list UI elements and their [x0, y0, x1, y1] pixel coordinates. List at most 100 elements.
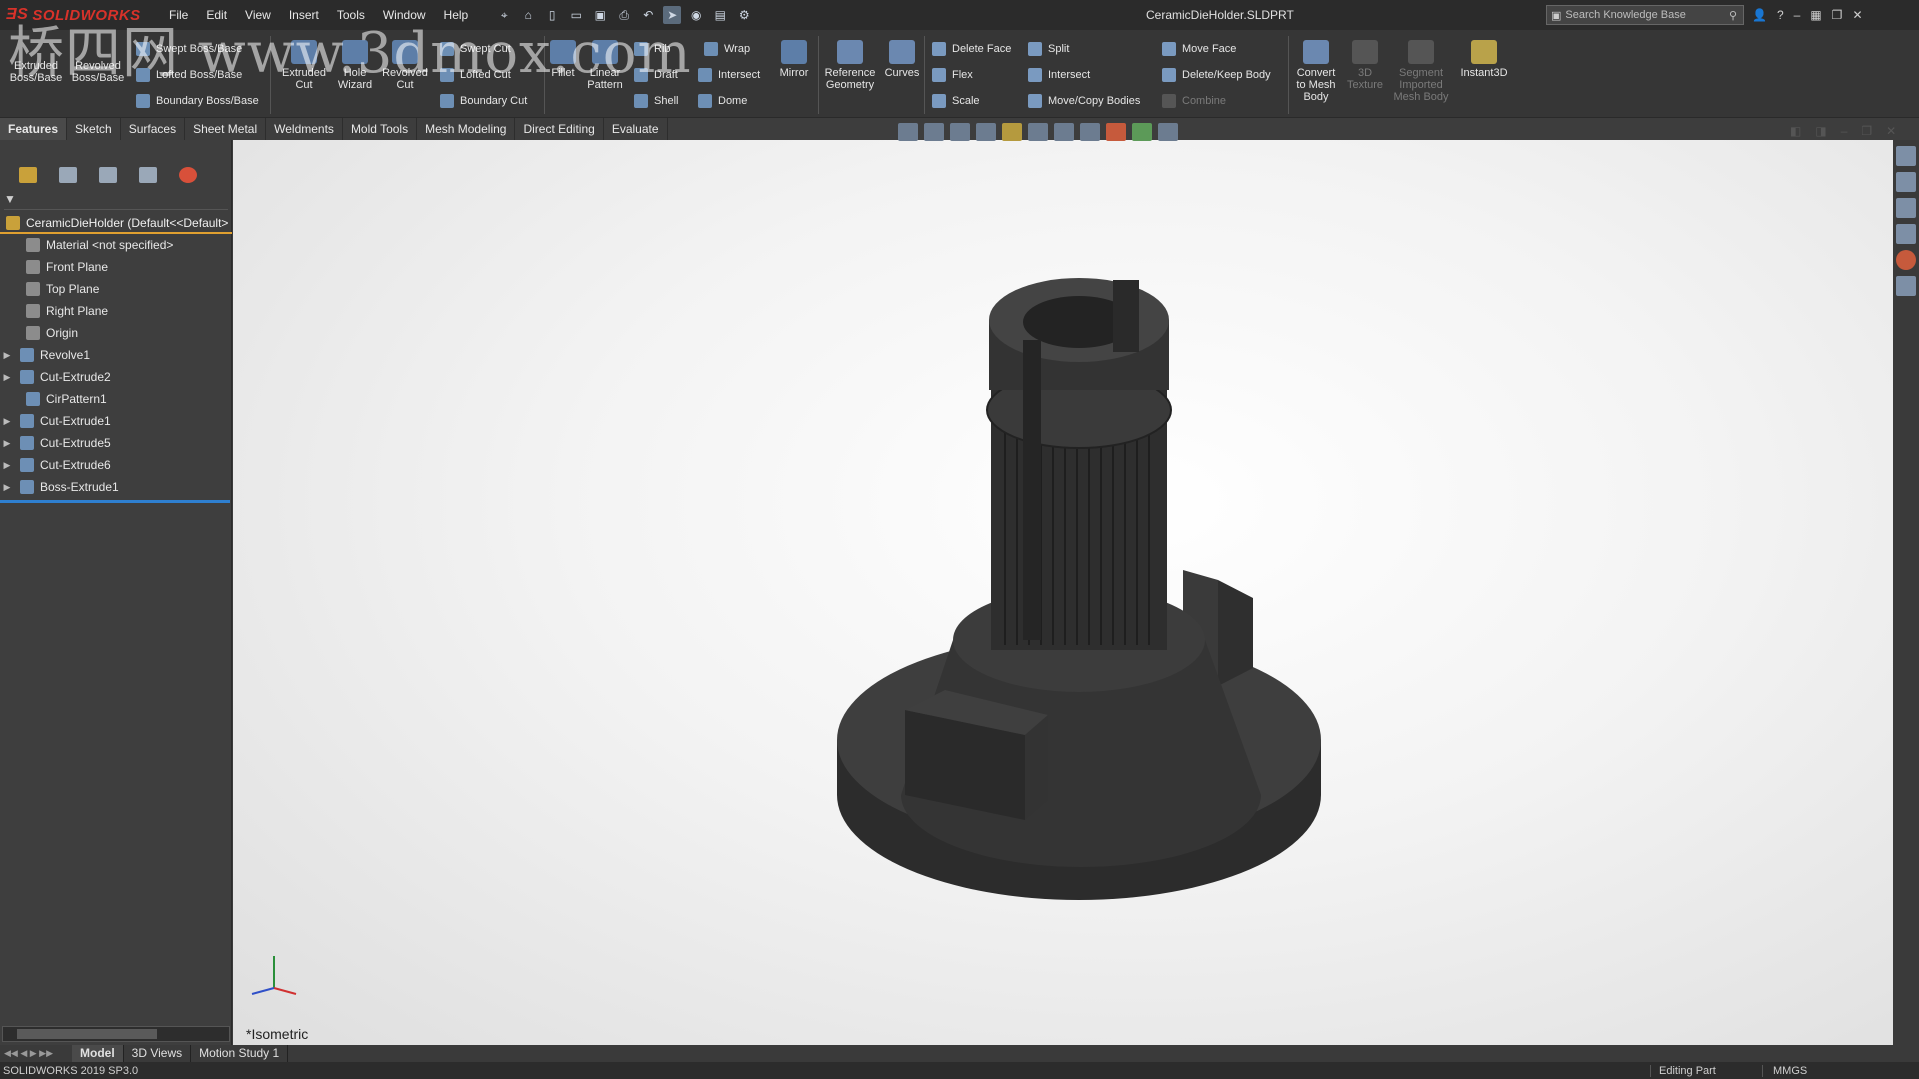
graphics-area[interactable] [233, 140, 1893, 1045]
minimize-icon[interactable]: – [1794, 8, 1801, 22]
extruded-cut-button[interactable]: Extruded Cut [276, 40, 332, 91]
combine-button[interactable]: Combine [1162, 94, 1226, 108]
view-expand-icon[interactable]: ◨ [1815, 124, 1826, 138]
resources-icon[interactable] [1896, 172, 1916, 192]
convert-mesh-button[interactable]: Convert to Mesh Body [1292, 40, 1340, 103]
view-minimize-icon[interactable]: – [1841, 124, 1848, 138]
apply-scene-icon[interactable] [1132, 123, 1152, 141]
swept-boss-button[interactable]: Swept Boss/Base [136, 42, 242, 56]
expand-arrow-icon[interactable]: ▶ [0, 350, 14, 361]
mirror-button[interactable]: Mirror [774, 40, 814, 79]
rebuild-icon[interactable]: ◉ [687, 6, 705, 24]
intersect-button[interactable]: Intersect [1028, 68, 1090, 82]
expand-arrow-icon[interactable]: ▶ [0, 372, 14, 383]
options-gear-icon[interactable]: ⚙ [735, 6, 753, 24]
delete-face-button[interactable]: Delete Face [932, 42, 1011, 56]
wrap-button[interactable]: Wrap [704, 42, 750, 56]
tab-motion-study[interactable]: Motion Study 1 [191, 1045, 289, 1062]
tab-sheet-metal[interactable]: Sheet Metal [185, 118, 267, 140]
expand-arrow-icon[interactable]: ▶ [0, 482, 14, 493]
home-task-icon[interactable] [1896, 146, 1916, 166]
tree-item[interactable]: ▶ Revolve1 [0, 344, 232, 366]
flex-button[interactable]: Flex [932, 68, 973, 82]
design-library-icon[interactable] [1896, 198, 1916, 218]
rollback-bar[interactable] [0, 500, 230, 503]
menu-view[interactable]: View [236, 0, 280, 30]
tab-evaluate[interactable]: Evaluate [604, 118, 668, 140]
tree-root[interactable]: CeramicDieHolder (Default<<Default> [0, 214, 232, 234]
instant3d-button[interactable]: Instant3D [1456, 40, 1512, 79]
tile-icon[interactable]: ▦ [1810, 8, 1821, 22]
swept-cut-button[interactable]: Swept Cut [440, 42, 511, 56]
menu-tools[interactable]: Tools [328, 0, 374, 30]
tree-item[interactable]: ▶ Cut-Extrude1 [0, 410, 232, 432]
menu-edit[interactable]: Edit [197, 0, 236, 30]
save-icon[interactable]: ▣ [591, 6, 609, 24]
tab-model[interactable]: Model [72, 1045, 124, 1062]
menu-help[interactable]: Help [435, 0, 478, 30]
file-properties-icon[interactable]: ▤ [711, 6, 729, 24]
extruded-boss-button[interactable]: Extruded Boss/Base [4, 60, 68, 84]
edit-appearance-icon[interactable] [1106, 123, 1126, 141]
reference-geometry-button[interactable]: Reference Geometry [822, 40, 878, 91]
tree-item[interactable]: ▶ Boss-Extrude1 [0, 476, 232, 498]
open-folder-icon[interactable]: ▭ [567, 6, 585, 24]
part-model[interactable] [233, 140, 1893, 1045]
restore-icon[interactable]: ❐ [1832, 8, 1843, 22]
user-icon[interactable]: 👤 [1752, 8, 1767, 22]
tab-surfaces[interactable]: Surfaces [121, 118, 186, 140]
tree-filter[interactable]: ▼ [4, 192, 228, 210]
tab-direct-editing[interactable]: Direct Editing [515, 118, 604, 140]
boundary-boss-button[interactable]: Boundary Boss/Base [136, 94, 259, 108]
tree-item[interactable]: Front Plane [0, 256, 232, 278]
undo-icon[interactable]: ↶ [639, 6, 657, 24]
display-style-icon[interactable] [1054, 123, 1074, 141]
select-arrow-icon[interactable]: ➤ [663, 6, 682, 24]
previous-view-icon[interactable] [950, 123, 970, 141]
intersect-feature-button[interactable]: Intersect [698, 68, 760, 82]
feature-manager-tab[interactable] [8, 163, 48, 187]
lofted-cut-button[interactable]: Lofted Cut [440, 68, 511, 82]
move-copy-bodies-button[interactable]: Move/Copy Bodies [1028, 94, 1140, 108]
tree-item[interactable]: Top Plane [0, 278, 232, 300]
tree-item[interactable]: ▶ Cut-Extrude6 [0, 454, 232, 476]
curves-button[interactable]: Curves [882, 40, 922, 79]
view-restore-icon[interactable]: ❐ [1861, 124, 1872, 138]
split-button[interactable]: Split [1028, 42, 1069, 56]
zoom-to-fit-icon[interactable] [898, 123, 918, 141]
tab-features[interactable]: Features [0, 118, 68, 140]
hide-show-items-icon[interactable] [1080, 123, 1100, 141]
hole-wizard-button[interactable]: Hole Wizard [332, 40, 378, 91]
segment-mesh-button[interactable]: Segment Imported Mesh Body [1390, 40, 1452, 103]
revolved-cut-button[interactable]: Revolved Cut [380, 40, 430, 91]
panel-horizontal-scrollbar[interactable] [2, 1026, 230, 1042]
tab-3d-views[interactable]: 3D Views [124, 1045, 192, 1062]
scale-button[interactable]: Scale [932, 94, 980, 108]
section-view-icon[interactable] [976, 123, 996, 141]
dynamic-annotation-icon[interactable] [1002, 123, 1022, 141]
dimxpert-manager-tab[interactable] [128, 163, 168, 187]
view-collapse-icon[interactable]: ◧ [1790, 124, 1801, 138]
expand-arrow-icon[interactable]: ▶ [0, 416, 14, 427]
print-icon[interactable]: ⎙ [615, 6, 633, 24]
move-face-button[interactable]: Move Face [1162, 42, 1236, 56]
scrollbar-thumb[interactable] [17, 1029, 157, 1039]
tab-mesh-modeling[interactable]: Mesh Modeling [417, 118, 516, 140]
view-close-icon[interactable]: ✕ [1886, 124, 1896, 138]
configuration-manager-tab[interactable] [88, 163, 128, 187]
menu-window[interactable]: Window [374, 0, 435, 30]
expand-arrow-icon[interactable]: ▶ [0, 460, 14, 471]
search-box[interactable]: ▣ Search Knowledge Base ⚲ [1546, 5, 1744, 25]
search-icon[interactable]: ⚲ [1729, 9, 1737, 22]
texture-3d-button[interactable]: 3D Texture [1342, 40, 1388, 91]
tree-item[interactable]: CirPattern1 [0, 388, 232, 410]
revolved-boss-button[interactable]: Revolved Boss/Base [66, 60, 130, 84]
menu-file[interactable]: File [160, 0, 197, 30]
new-document-icon[interactable]: ▯ [543, 6, 561, 24]
close-icon[interactable]: ✕ [1852, 8, 1862, 22]
tree-item[interactable]: Material <not specified> [0, 234, 232, 256]
pin-icon[interactable]: ⌖ [495, 6, 513, 24]
display-manager-tab[interactable] [168, 163, 208, 187]
boundary-cut-button[interactable]: Boundary Cut [440, 94, 527, 108]
tab-navigation-arrows[interactable]: ◀◀ ◀ ▶ ▶▶ [0, 1045, 72, 1062]
